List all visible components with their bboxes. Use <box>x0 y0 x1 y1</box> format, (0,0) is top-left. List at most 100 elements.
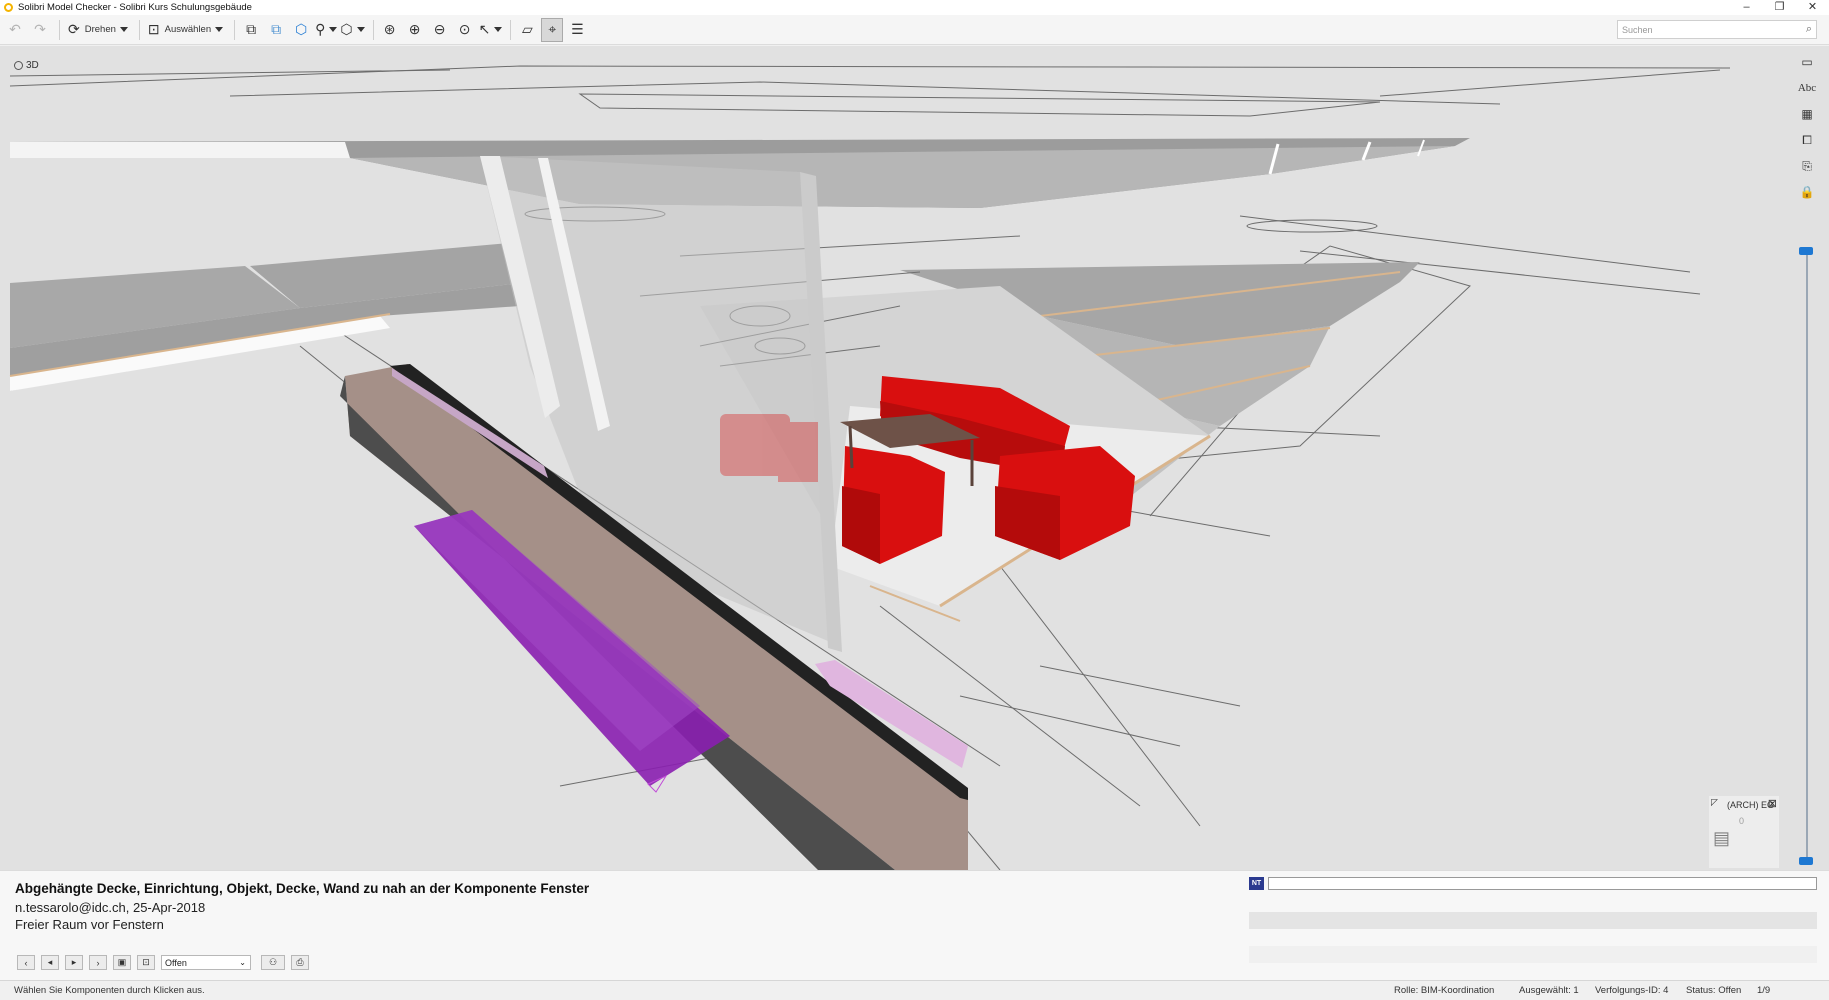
snapshot-button[interactable]: ⊡ <box>137 955 155 970</box>
last-issue-button[interactable]: › <box>89 955 107 970</box>
triangle-left-icon: ◂ <box>47 957 53 967</box>
rotate-button[interactable]: ⟳ Drehen <box>65 18 131 42</box>
title-bar: Solibri Model Checker - Solibri Kurs Sch… <box>0 0 1829 15</box>
3d-viewport[interactable]: 3D ▭ Abc ▦ ⧠ ⎘ 🔒 ◸ (ARCH) EG ⊠ 0 ▤ <box>0 46 1829 870</box>
minimize-button[interactable]: – <box>1730 0 1763 15</box>
zoom-window-button[interactable]: ⊙ <box>454 18 476 42</box>
comment-row[interactable] <box>1249 946 1817 963</box>
walk-icon: ⚲ <box>315 21 326 37</box>
close-button[interactable]: ✕ <box>1796 0 1829 15</box>
issue-status-select[interactable]: Offen ⌄ <box>161 955 251 970</box>
floor-slider-track[interactable] <box>1806 251 1808 861</box>
pointer-dropdown-icon[interactable] <box>494 27 503 32</box>
prev-issue-button[interactable]: ◂ <box>41 955 59 970</box>
isolate-button[interactable]: ⬡ <box>290 18 312 42</box>
comment-row[interactable] <box>1249 929 1817 946</box>
first-issue-button[interactable]: ‹ <box>17 955 35 970</box>
cube-icon: ⬡ <box>340 21 353 37</box>
comments-panel: NT <box>1249 875 1817 975</box>
status-bar: Wählen Sie Komponenten durch Klicken aus… <box>0 980 1829 1000</box>
floor-value: 0 <box>1739 816 1745 826</box>
lock-button[interactable]: 🔒 <box>1795 180 1819 204</box>
select-dropdown-icon[interactable] <box>215 27 224 32</box>
camera-icon: ⊡ <box>142 957 150 967</box>
pdf-export-button[interactable]: ⎘ <box>1795 154 1819 178</box>
grid-icon: ▦ <box>1801 107 1813 121</box>
window-title: Solibri Model Checker - Solibri Kurs Sch… <box>18 2 252 13</box>
status-value: Offen <box>165 957 187 968</box>
walk-button[interactable]: ⚲ <box>315 18 338 42</box>
show-all-button[interactable]: ⧉ <box>240 18 262 42</box>
slideshow-button[interactable]: ▣ <box>113 955 131 970</box>
issue-title: Abgehängte Decke, Einrichtung, Objekt, D… <box>15 881 590 896</box>
compare-button[interactable]: ⧠ <box>1795 128 1819 152</box>
zoom-fit-button[interactable]: ⊛ <box>379 18 401 42</box>
select-label: Auswählen <box>164 24 212 35</box>
transparent-boxes-icon: ⧉ <box>271 21 282 37</box>
floor-plan-button[interactable]: ⌖ <box>541 17 564 42</box>
status-role: Rolle: BIM-Koordination <box>1394 985 1495 996</box>
slider-top-handle[interactable] <box>1799 247 1813 255</box>
view-mode-text: 3D <box>26 60 39 71</box>
text-tool-icon: Abc <box>1797 82 1817 94</box>
pdf-icon: ⎘ <box>1802 158 1812 173</box>
status-hint: Wählen Sie Komponenten durch Klicken aus… <box>14 985 205 996</box>
redo-button[interactable]: ↷ <box>29 18 51 42</box>
comment-input[interactable] <box>1268 877 1817 890</box>
grid-button[interactable]: ▦ <box>1795 102 1819 126</box>
window-icon: ▭ <box>1801 55 1813 69</box>
present-icon: ▣ <box>117 957 127 967</box>
undo-button[interactable]: ↶ <box>4 18 26 42</box>
map-pin-icon: ⌖ <box>548 21 557 37</box>
issue-description: Freier Raum vor Fenstern <box>15 917 164 932</box>
chevron-left-icon: ‹ <box>24 957 28 968</box>
search-input[interactable]: Suchen ⌕ <box>1617 20 1817 39</box>
select-button[interactable]: ⊡ Auswählen <box>145 18 226 42</box>
triangle-right-icon: ▸ <box>71 957 77 967</box>
transparency-button[interactable]: ⧉ <box>265 18 287 42</box>
expand-icon[interactable]: ◸ <box>1711 797 1718 808</box>
app-logo-icon <box>4 3 13 12</box>
zoom-out-button[interactable]: ⊖ <box>429 18 451 42</box>
zoom-fit-icon: ⊛ <box>383 21 396 37</box>
assign-button[interactable]: ⚇ <box>261 955 285 970</box>
close-floor-icon[interactable]: ⊠ <box>1768 797 1777 810</box>
comment-row[interactable] <box>1249 895 1817 912</box>
floor-navigator[interactable]: ◸ (ARCH) EG ⊠ 0 ▤ <box>1709 796 1779 868</box>
attachment-button[interactable]: ⎙ <box>291 955 309 970</box>
status-selected: Ausgewählt: 1 <box>1519 985 1579 996</box>
pointer-icon: ↖ <box>478 21 491 37</box>
rotate-dropdown-icon[interactable] <box>119 27 128 32</box>
view-dropdown-icon[interactable] <box>356 27 365 32</box>
rotate-label: Drehen <box>84 24 116 35</box>
issue-author-date: n.tessarolo@idc.ch, 25-Apr-2018 <box>15 900 206 915</box>
next-issue-button[interactable]: ▸ <box>65 955 83 970</box>
view-3d-icon <box>14 61 23 70</box>
attachment-icon: ⎙ <box>296 957 304 967</box>
comment-row[interactable] <box>1249 912 1817 929</box>
status-tracking-id: Verfolgungs-ID: 4 <box>1595 985 1669 996</box>
floor-thumbnail-icon: ▤ <box>1713 828 1731 848</box>
layers-button[interactable]: ☰ <box>566 18 588 42</box>
pointer-button[interactable]: ↖ <box>479 18 503 42</box>
zoom-in-button[interactable]: ⊕ <box>404 18 426 42</box>
view-cube-button[interactable]: ⬡ <box>340 18 365 42</box>
issue-panel: Abgehängte Decke, Einrichtung, Objekt, D… <box>0 870 1829 980</box>
viewport-tools: ▭ Abc ▦ ⧠ ⎘ 🔒 <box>1793 46 1821 870</box>
zoom-in-icon: ⊕ <box>408 21 421 37</box>
slider-bottom-handle[interactable] <box>1799 857 1813 865</box>
text-labels-button[interactable]: Abc <box>1795 76 1819 100</box>
assign-icon: ⚇ <box>268 957 278 967</box>
issue-navigation: ‹ ◂ ▸ › ▣ ⊡ Offen ⌄ ⚇ ⎙ <box>17 955 315 970</box>
section-plane-button[interactable]: ▱ <box>516 18 538 42</box>
boxes-icon: ⧉ <box>246 21 257 37</box>
cube-blue-icon: ⬡ <box>295 21 308 37</box>
restore-button[interactable]: ❐ <box>1763 0 1796 15</box>
walk-dropdown-icon[interactable] <box>329 27 338 32</box>
maximize-view-button[interactable]: ▭ <box>1795 50 1819 74</box>
zoom-out-icon: ⊖ <box>433 21 446 37</box>
search-icon[interactable]: ⌕ <box>1806 23 1812 36</box>
chevron-right-icon: › <box>96 957 100 968</box>
3d-model-view[interactable] <box>0 46 1829 870</box>
search-placeholder: Suchen <box>1622 24 1653 35</box>
